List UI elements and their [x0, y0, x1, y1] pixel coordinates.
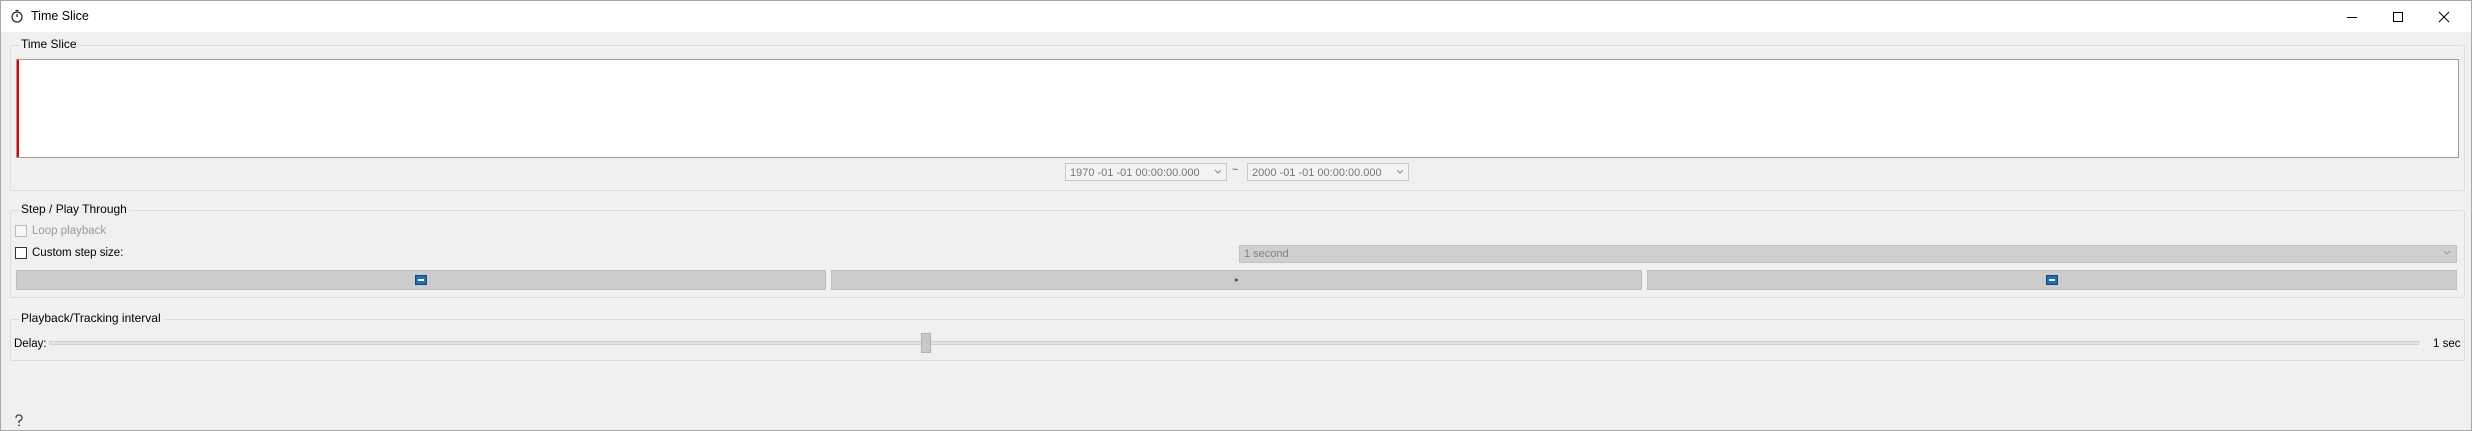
window-title: Time Slice — [31, 9, 89, 23]
custom-step-checkbox[interactable] — [15, 247, 27, 259]
start-date-value: 1970 -01 -01 00:00:00.000 — [1070, 167, 1200, 179]
stopwatch-icon — [11, 9, 23, 23]
date-range-separator: ~ — [1232, 164, 1239, 176]
play-icon — [1234, 278, 1239, 282]
title-bar: Time Slice — [1, 1, 2471, 32]
loop-playback-row[interactable]: Loop playback — [15, 225, 106, 237]
time-slice-group-title: Time Slice — [19, 37, 79, 51]
timeline-canvas[interactable] — [16, 59, 2459, 158]
custom-step-row[interactable]: Custom step size: — [15, 247, 123, 259]
time-cursor[interactable] — [17, 60, 19, 157]
delay-slider-track[interactable] — [49, 341, 2419, 345]
chevron-down-icon — [1214, 169, 1222, 174]
delay-label: Delay: — [14, 338, 47, 350]
start-date-combo[interactable]: 1970 -01 -01 00:00:00.000 — [1065, 163, 1227, 181]
maximize-button[interactable] — [2375, 1, 2421, 32]
play-button[interactable] — [831, 270, 1642, 290]
step-forward-button[interactable] — [1647, 270, 2457, 290]
step-group-title: Step / Play Through — [19, 202, 129, 216]
loop-playback-checkbox[interactable] — [15, 225, 27, 237]
step-back-icon — [415, 275, 427, 285]
chevron-down-icon — [2443, 250, 2451, 255]
step-back-button[interactable] — [16, 270, 826, 290]
minimize-button[interactable] — [2329, 1, 2375, 32]
close-button[interactable] — [2421, 1, 2467, 32]
minimize-icon — [2347, 16, 2357, 18]
delay-value: 1 sec — [2433, 338, 2461, 350]
loop-playback-label: Loop playback — [32, 225, 107, 237]
playback-group: Playback/Tracking interval — [10, 311, 2465, 361]
end-date-value: 2000 -01 -01 00:00:00.000 — [1252, 167, 1382, 179]
end-date-combo[interactable]: 2000 -01 -01 00:00:00.000 — [1247, 163, 1409, 181]
playback-group-title: Playback/Tracking interval — [19, 311, 163, 325]
maximize-icon — [2393, 11, 2403, 22]
time-slice-window: Time Slice Time Slice 1970 -01 -01 00:00… — [0, 0, 2472, 431]
custom-step-label: Custom step size: — [32, 247, 124, 259]
delay-slider-handle[interactable] — [920, 333, 931, 353]
step-size-combo[interactable]: 1 second — [1239, 245, 2457, 263]
close-icon — [2438, 11, 2450, 22]
chevron-down-icon — [1396, 169, 1404, 174]
step-forward-icon — [2046, 275, 2058, 285]
help-icon[interactable] — [12, 413, 26, 427]
step-size-value: 1 second — [1244, 248, 1289, 260]
